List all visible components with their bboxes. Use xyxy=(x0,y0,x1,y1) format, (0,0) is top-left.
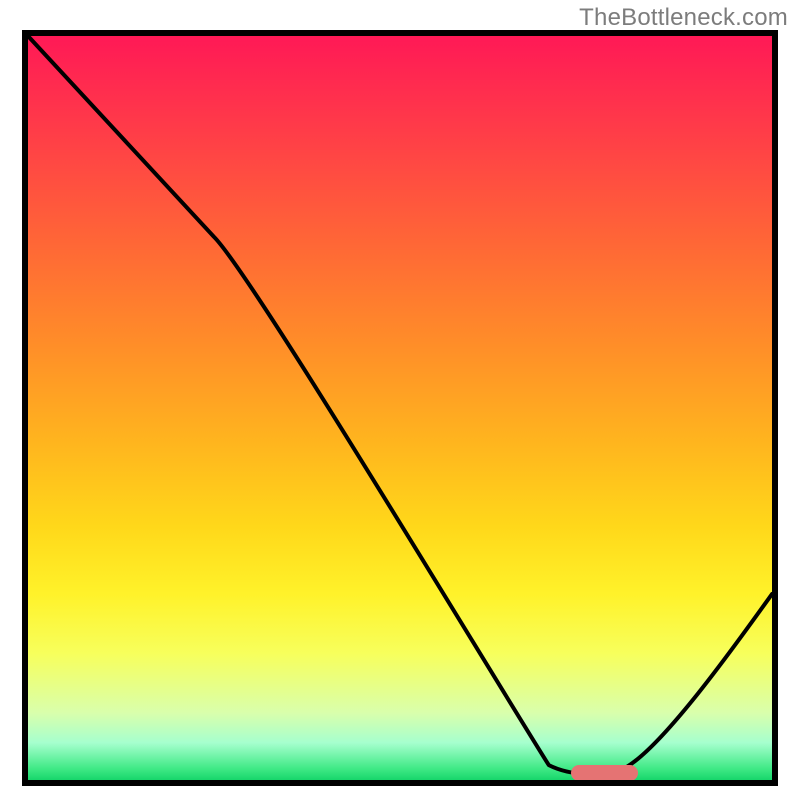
chart-container: TheBottleneck.com xyxy=(0,0,800,800)
bottleneck-curve xyxy=(28,36,772,780)
optimal-marker xyxy=(571,765,638,781)
plot-frame xyxy=(22,30,778,786)
watermark-label: TheBottleneck.com xyxy=(579,4,788,32)
